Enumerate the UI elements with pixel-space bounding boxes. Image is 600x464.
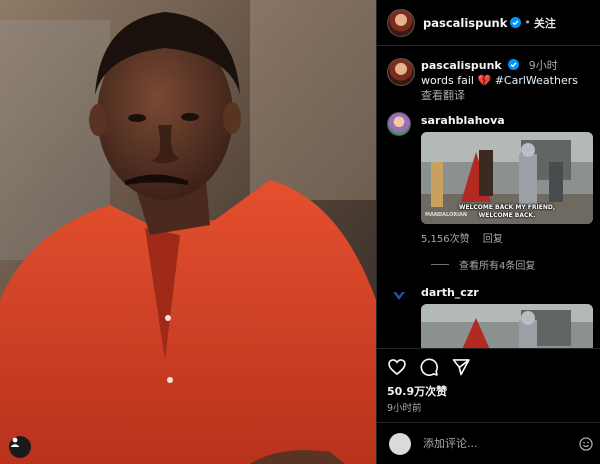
gif-caption-line1: WELCOME BACK MY FRIEND, (458, 204, 556, 211)
user-icon (10, 437, 20, 447)
add-comment-bar (377, 422, 600, 464)
current-user-avatar (389, 432, 411, 455)
portrait-image (0, 0, 376, 464)
gif-scene (421, 304, 593, 348)
emoji-picker-icon[interactable] (579, 437, 593, 451)
post-actions: 50.9万次赞 9小时前 (377, 348, 600, 420)
comment-gif[interactable]: WELCOME BACK MY FRIEND, WELCOME BACK. MA… (421, 132, 593, 224)
comment-likes[interactable]: 5,156次赞 (421, 234, 470, 245)
verified-badge-icon (508, 59, 520, 70)
follow-button[interactable]: 关注 (534, 15, 556, 31)
likes-count[interactable]: 50.9万次赞 (387, 383, 447, 399)
comment-input[interactable] (423, 437, 573, 450)
tagged-users-button[interactable] (9, 436, 31, 458)
comment-item: sarahblahova WELCOME BACK MY FRIEND, WEL… (387, 112, 600, 272)
post-side-panel: pascalispunk • 关注 pascalispunk 9小时 words… (376, 0, 600, 464)
reply-button[interactable]: 回复 (483, 234, 503, 245)
caption-username[interactable]: pascalispunk (421, 59, 502, 72)
like-heart-icon[interactable] (387, 357, 407, 377)
caption-time[interactable]: 9小时 (529, 59, 558, 72)
comment-bubble-icon[interactable] (419, 357, 439, 377)
comment-item: darth_czr (387, 284, 600, 348)
caption-body: pascalispunk 9小时 words fail 💔 #CarlWeath… (421, 58, 597, 103)
see-translation-link[interactable]: 查看翻译 (421, 88, 597, 103)
comment-meta: 5,156次赞 回复 (421, 230, 513, 245)
commenter-username[interactable]: darth_czr (421, 286, 479, 299)
empire-logo-icon (393, 292, 405, 300)
caption-hashtag[interactable]: #CarlWeathers (495, 74, 578, 87)
post-header: pascalispunk • 关注 (377, 0, 600, 46)
comments-list[interactable]: pascalispunk 9小时 words fail 💔 #CarlWeath… (377, 48, 600, 348)
view-replies-label: 查看所有4条回复 (459, 261, 536, 272)
caption-text: words fail (421, 74, 474, 87)
action-buttons (387, 357, 471, 377)
author-username[interactable]: pascalispunk (423, 16, 507, 30)
post-photo[interactable] (0, 0, 376, 464)
comment-gif[interactable] (421, 304, 593, 348)
share-send-icon[interactable] (451, 357, 471, 377)
commenter-avatar[interactable] (387, 112, 411, 136)
commenter-username[interactable]: sarahblahova (421, 114, 505, 127)
post-time[interactable]: 9小时前 (387, 400, 422, 414)
caption-avatar[interactable] (387, 58, 415, 86)
broken-heart-emoji: 💔 (477, 74, 492, 87)
author-avatar[interactable] (387, 8, 415, 37)
separator-dot: • (524, 16, 531, 29)
replies-divider (431, 264, 449, 265)
commenter-avatar[interactable] (387, 284, 411, 308)
view-replies-button[interactable]: 查看所有4条回复 (431, 257, 535, 272)
verified-badge-icon (510, 17, 522, 28)
gif-watermark: MANDALORIAN (425, 212, 468, 218)
